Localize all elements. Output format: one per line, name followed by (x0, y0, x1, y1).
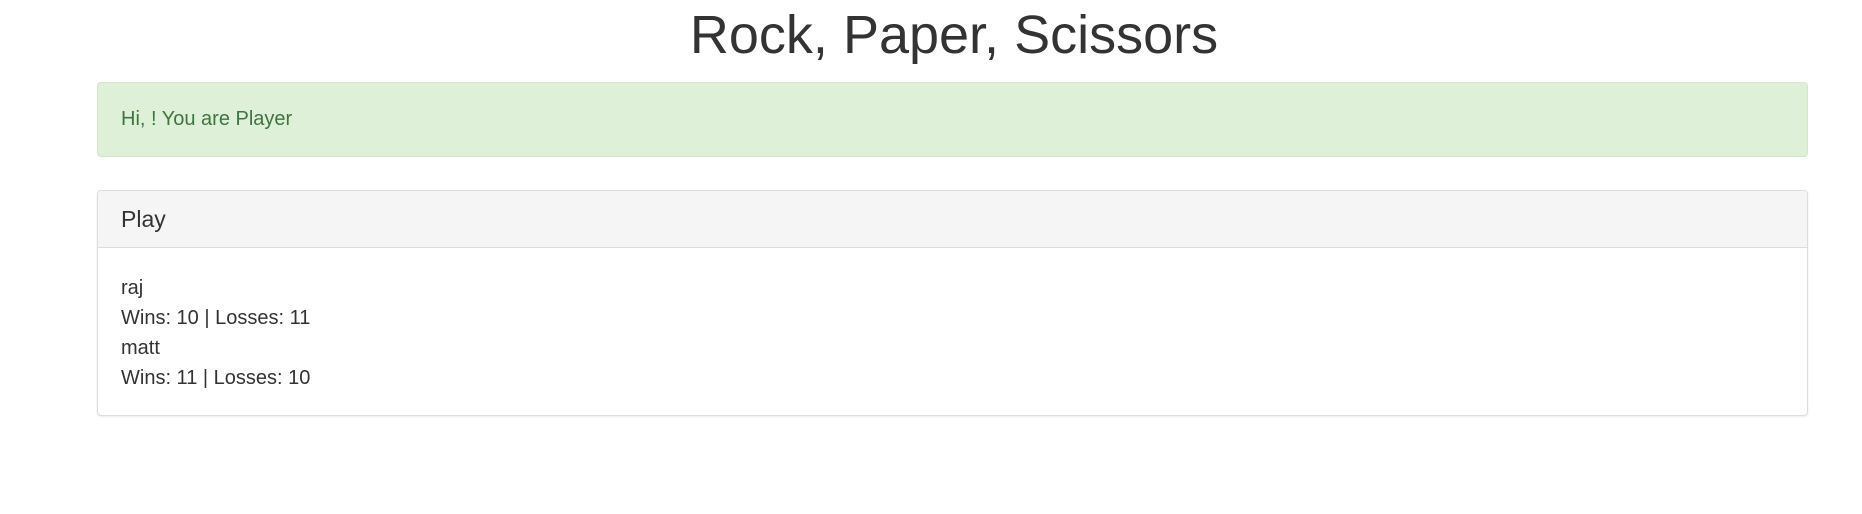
play-panel-title: Play (121, 205, 166, 232)
welcome-alert-text: Hi, ! You are Player (121, 108, 293, 130)
player-stats-raj: Wins: 10 | Losses: 11 (121, 307, 311, 329)
play-panel-body: raj Wins: 10 | Losses: 11 matt Wins: 11 … (98, 248, 1807, 393)
page-title: Rock, Paper, Scissors (689, 5, 1219, 65)
play-panel-heading: Play (98, 191, 1807, 248)
player-stats-matt: Wins: 11 | Losses: 10 (121, 367, 311, 389)
page-container: Rock, Paper, Scissors Hi, ! You are Play… (0, 0, 1862, 514)
welcome-alert: Hi, ! You are Player (97, 82, 1808, 157)
player-name-matt: matt (121, 337, 160, 359)
player-name-raj: raj (121, 277, 144, 299)
play-panel: Play raj Wins: 10 | Losses: 11 matt Wins… (97, 190, 1808, 416)
